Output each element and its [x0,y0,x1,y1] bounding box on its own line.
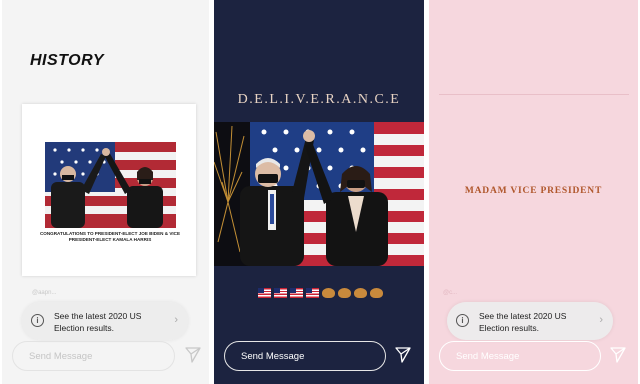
info-icon: i [456,314,469,327]
story-title: D.E.L.I.V.E.R.A.N.C.E [237,92,401,107]
send-icon[interactable] [184,346,202,364]
send-message-placeholder: Send Message [241,351,305,362]
username-handle: @aapn... [32,290,57,296]
election-results-banner[interactable]: i See the latest 2020 US Election result… [22,302,188,340]
election-text: See the latest 2020 US Election results. [479,311,567,333]
us-flag-icon [258,287,271,298]
victory-photo [45,142,176,228]
clap-icon [338,287,351,298]
clap-icon [322,287,335,298]
divider-line [439,94,629,95]
story-title: HISTORY [30,52,105,69]
story-title: MADAM VICE PRESIDENT [464,186,603,196]
send-message-input[interactable]: Send Message [439,341,601,371]
username-handle: @c... [443,290,458,296]
post-caption: CONGRATULATIONS TO PRESIDENT-ELECT JOE B… [39,231,181,242]
election-results-banner[interactable]: i See the latest 2020 US Election result… [447,302,613,340]
us-flag-icon [290,287,303,298]
victory-stage-photo [214,122,424,266]
send-icon[interactable] [609,346,627,364]
shared-post-card[interactable]: CONGRATULATIONS TO PRESIDENT-ELECT JOE B… [22,104,196,276]
send-message-input[interactable]: Send Message [224,341,386,371]
send-message-input[interactable]: Send Message [12,341,175,371]
chevron-right-icon: › [599,314,603,326]
send-message-placeholder: Send Message [29,351,93,362]
story-panel-deliverance: D.E.L.I.V.E.R.A.N.C.E Send Message [214,0,424,384]
send-icon[interactable] [394,346,412,364]
us-flag-icon [306,287,319,298]
send-message-placeholder: Send Message [456,351,520,362]
election-text: See the latest 2020 US Election results. [54,311,142,333]
clap-icon [354,287,367,298]
story-panel-history: HISTORY CONGRATULATIONS TO PRESIDENT-ELE… [2,0,209,384]
story-panel-madam-vp: MADAM VICE PRESIDENT @c... i See the lat… [429,0,638,384]
us-flag-icon [274,287,287,298]
emoji-reaction-row [258,284,386,302]
chevron-right-icon: › [174,314,178,326]
info-icon: i [31,314,44,327]
clap-icon [370,287,383,298]
